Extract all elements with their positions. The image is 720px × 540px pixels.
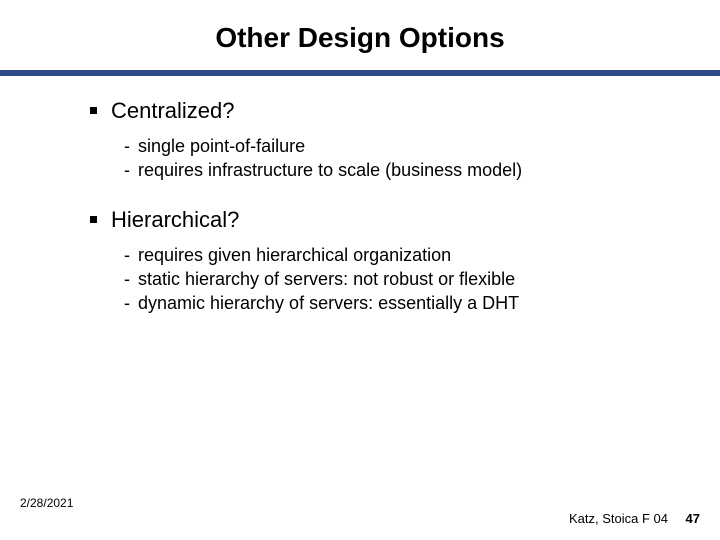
dash-icon: -: [124, 267, 138, 291]
sub-bullets: - single point-of-failure - requires inf…: [90, 134, 680, 183]
bullet-block-1: Hierarchical? - requires given hierarchi…: [90, 207, 680, 316]
dash-icon: -: [124, 291, 138, 315]
sub-bullets: - requires given hierarchical organizati…: [90, 243, 680, 316]
footer-credit: Katz, Stoica F 04: [569, 511, 668, 526]
sub-bullet-text: static hierarchy of servers: not robust …: [138, 267, 515, 291]
bullet-text: Hierarchical?: [111, 207, 239, 233]
sub-bullet-text: requires infrastructure to scale (busine…: [138, 158, 522, 182]
sub-bullet-text: dynamic hierarchy of servers: essentiall…: [138, 291, 519, 315]
bullet-level1: Centralized?: [90, 98, 680, 124]
sub-bullet-text: single point-of-failure: [138, 134, 305, 158]
sub-bullet: - static hierarchy of servers: not robus…: [124, 267, 680, 291]
dash-icon: -: [124, 158, 138, 182]
slide: Other Design Options Centralized? - sing…: [0, 0, 720, 540]
sub-bullet: - requires infrastructure to scale (busi…: [124, 158, 680, 182]
dash-icon: -: [124, 134, 138, 158]
sub-bullet: - requires given hierarchical organizati…: [124, 243, 680, 267]
square-bullet-icon: [90, 216, 97, 223]
bullet-level1: Hierarchical?: [90, 207, 680, 233]
dash-icon: -: [124, 243, 138, 267]
bullet-block-0: Centralized? - single point-of-failure -…: [90, 98, 680, 183]
slide-title: Other Design Options: [0, 0, 720, 64]
footer-date: 2/28/2021: [20, 496, 73, 510]
bullet-text: Centralized?: [111, 98, 235, 124]
sub-bullet: - dynamic hierarchy of servers: essentia…: [124, 291, 680, 315]
sub-bullet-text: requires given hierarchical organization: [138, 243, 451, 267]
square-bullet-icon: [90, 107, 97, 114]
footer-page-number: 47: [686, 511, 700, 526]
slide-body: Centralized? - single point-of-failure -…: [0, 76, 720, 315]
sub-bullet: - single point-of-failure: [124, 134, 680, 158]
